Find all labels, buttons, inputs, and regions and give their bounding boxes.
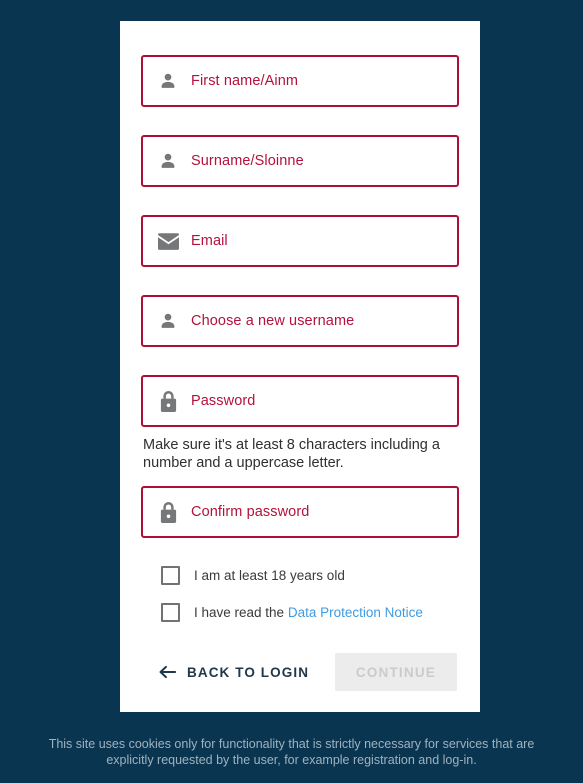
lock-icon	[157, 501, 179, 523]
person-icon	[157, 150, 179, 172]
cookie-banner-text: This site uses cookies only for function…	[48, 737, 535, 767]
confirm-password-field[interactable]: Confirm password	[141, 486, 459, 538]
password-placeholder: Password	[191, 392, 256, 409]
surname-field[interactable]: Surname/Sloinne	[141, 135, 459, 187]
age-confirm-label: I am at least 18 years old	[194, 567, 345, 583]
back-to-login-button[interactable]: BACK TO LOGIN	[157, 659, 311, 686]
registration-card: First name/Ainm Surname/Sloinne Email Ch…	[120, 21, 480, 712]
age-confirm-row[interactable]: I am at least 18 years old	[141, 566, 459, 585]
email-field[interactable]: Email	[141, 215, 459, 267]
cookie-banner: This site uses cookies only for function…	[0, 721, 583, 783]
surname-placeholder: Surname/Sloinne	[191, 152, 304, 169]
password-field[interactable]: Password	[141, 375, 459, 427]
data-notice-checkbox[interactable]	[161, 603, 180, 622]
form-actions: BACK TO LOGIN CONTINUE	[141, 653, 459, 691]
age-confirm-checkbox[interactable]	[161, 566, 180, 585]
arrow-left-icon	[159, 665, 176, 679]
envelope-icon	[157, 230, 179, 252]
registration-form: First name/Ainm Surname/Sloinne Email Ch…	[120, 21, 480, 691]
continue-button[interactable]: CONTINUE	[334, 653, 457, 691]
back-to-login-label: BACK TO LOGIN	[187, 664, 310, 680]
page-root: First name/Ainm Surname/Sloinne Email Ch…	[0, 0, 583, 783]
data-protection-notice-link[interactable]: Data Protection Notice	[288, 605, 423, 620]
confirm-password-placeholder: Confirm password	[191, 503, 310, 520]
person-icon	[157, 70, 179, 92]
data-notice-label: I have read the Data Protection Notice	[194, 606, 423, 620]
first-name-placeholder: First name/Ainm	[191, 72, 299, 89]
data-notice-label-prefix: I have read the	[194, 604, 288, 620]
username-field[interactable]: Choose a new username	[141, 295, 459, 347]
password-helper-text: Make sure it's at least 8 characters inc…	[143, 437, 440, 471]
username-placeholder: Choose a new username	[191, 312, 355, 329]
consent-checkbox-group: I am at least 18 years old I have read t…	[141, 566, 459, 622]
first-name-field[interactable]: First name/Ainm	[141, 55, 459, 107]
data-notice-row[interactable]: I have read the Data Protection Notice	[141, 603, 459, 622]
email-placeholder: Email	[191, 232, 228, 249]
person-icon	[157, 310, 179, 332]
lock-icon	[157, 390, 179, 412]
